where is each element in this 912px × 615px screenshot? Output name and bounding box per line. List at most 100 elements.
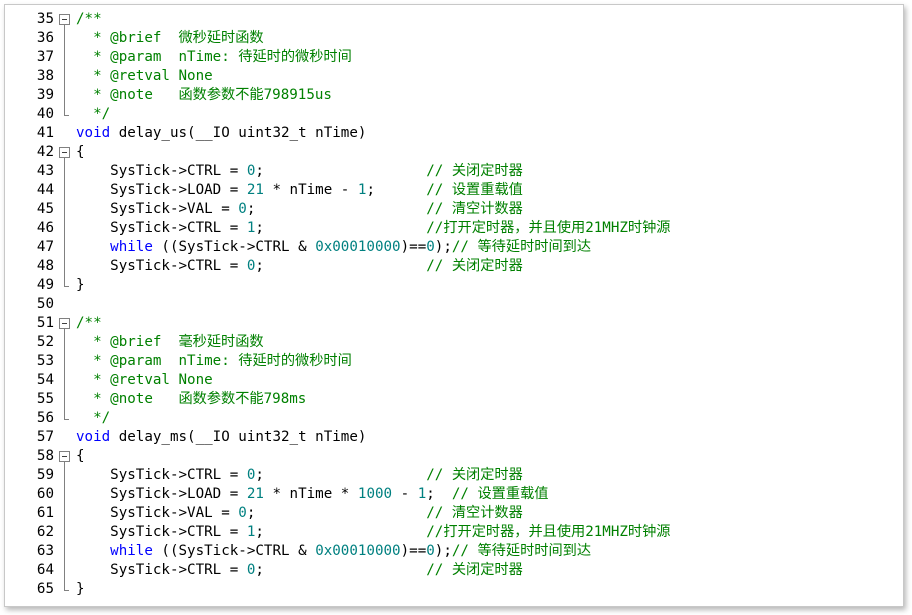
code-line[interactable]: 54 * @retval None (5, 371, 903, 390)
fold-collapse-icon[interactable] (58, 10, 72, 29)
code-line[interactable]: 65} (5, 580, 903, 599)
code-line[interactable]: 55 * @note 函数参数不能798ms (5, 390, 903, 409)
fold-gutter (58, 466, 72, 485)
code-line[interactable]: 62 SysTick->CTRL = 1; //打开定时器，并且使用21MHZ时… (5, 523, 903, 542)
fold-gutter (58, 181, 72, 200)
code-text: } (76, 580, 85, 599)
code-line[interactable]: 64 SysTick->CTRL = 0; // 关闭定时器 (5, 561, 903, 580)
code-text: * @retval None (76, 371, 213, 390)
comment-token: // 关闭定时器 (426, 258, 523, 274)
code-line[interactable]: 44 SysTick->LOAD = 21 * nTime - 1; // 设置… (5, 181, 903, 200)
line-number: 57 (36, 429, 54, 445)
code-line[interactable]: 37 * @param nTime: 待延时的微秒时间 (5, 48, 903, 67)
code-line[interactable]: 60 SysTick->LOAD = 21 * nTime * 1000 - 1… (5, 485, 903, 504)
number-token: 0 (426, 239, 435, 255)
code-line[interactable]: 41 void delay_us(__IO uint32_t nTime) (5, 124, 903, 143)
comment-token: //打开定时器，并且使用21MHZ时钟源 (426, 524, 671, 540)
code-line[interactable]: 47 while ((SysTick->CTRL & 0x00010000)==… (5, 238, 903, 257)
code-line[interactable]: 36 * @brief 微秒延时函数 (5, 29, 903, 48)
line-number: 42 (36, 144, 54, 160)
code-line[interactable]: 48 SysTick->CTRL = 0; // 关闭定时器 (5, 257, 903, 276)
line-number: 48 (36, 258, 54, 274)
code-line[interactable]: 39 * @note 函数参数不能798915us (5, 86, 903, 105)
code-line[interactable]: 51 /** (5, 314, 903, 333)
code-line[interactable]: 50 (5, 295, 903, 314)
fold-collapse-icon[interactable] (58, 447, 72, 466)
code-text: * @param nTime: 待延时的微秒时间 (76, 48, 352, 67)
code-text: void delay_ms(__IO uint32_t nTime) (76, 428, 366, 447)
code-line[interactable]: 43 SysTick->CTRL = 0; // 关闭定时器 (5, 162, 903, 181)
fold-gutter (58, 523, 72, 542)
code-token: SysTick->CTRL = (76, 524, 247, 540)
code-text: SysTick->CTRL = 0; // 关闭定时器 (76, 162, 523, 181)
code-line[interactable]: 38 * @retval None (5, 67, 903, 86)
code-line[interactable]: 59 SysTick->CTRL = 0; // 关闭定时器 (5, 466, 903, 485)
line-number: 56 (36, 410, 54, 426)
code-token: ; (366, 182, 427, 198)
code-text: void delay_us(__IO uint32_t nTime) (76, 124, 366, 143)
fold-gutter (58, 333, 72, 352)
code-line[interactable]: 61 SysTick->VAL = 0; // 清空计数器 (5, 504, 903, 523)
code-line[interactable]: 56 */ (5, 409, 903, 428)
code-text: SysTick->LOAD = 21 * nTime - 1; // 设置重载值 (76, 181, 523, 200)
code-line[interactable]: 57 void delay_ms(__IO uint32_t nTime) (5, 428, 903, 447)
fold-collapse-icon[interactable] (58, 143, 72, 162)
line-number: 60 (36, 486, 54, 502)
fold-gutter (58, 409, 72, 428)
code-token: delay_ms(__IO uint32_t nTime) (110, 429, 367, 445)
code-line[interactable]: 49} (5, 276, 903, 295)
code-token: ; (255, 258, 427, 274)
comment-token: // 清空计数器 (426, 505, 523, 521)
line-number: 40 (36, 106, 54, 122)
code-line[interactable]: 58 { (5, 447, 903, 466)
code-text: * @note 函数参数不能798ms (76, 390, 306, 409)
keyword-token: void (76, 429, 111, 445)
code-line[interactable]: 45 SysTick->VAL = 0; // 清空计数器 (5, 200, 903, 219)
fold-gutter (58, 352, 72, 371)
code-line[interactable]: 63 while ((SysTick->CTRL & 0x00010000)==… (5, 542, 903, 561)
code-token: } (76, 581, 85, 597)
code-line[interactable]: 52 * @brief 毫秒延时函数 (5, 333, 903, 352)
comment-token: * @param nTime: 待延时的微秒时间 (76, 49, 352, 65)
comment-token: * @note 函数参数不能798ms (76, 391, 307, 407)
number-token: 21 (246, 486, 264, 502)
line-number: 39 (36, 87, 54, 103)
code-line[interactable]: 46 SysTick->CTRL = 1; //打开定时器，并且使用21MHZ时… (5, 219, 903, 238)
fold-gutter (58, 485, 72, 504)
code-line[interactable]: 42 { (5, 143, 903, 162)
fold-gutter (58, 276, 72, 295)
code-line[interactable]: 35 /** (5, 10, 903, 29)
comment-token: // 关闭定时器 (426, 562, 523, 578)
code-text: while ((SysTick->CTRL & 0x00010000)==0);… (76, 238, 591, 257)
fold-gutter (58, 124, 72, 143)
fold-gutter (58, 371, 72, 390)
code-token: SysTick->LOAD = (76, 486, 247, 502)
line-number: 55 (36, 391, 54, 407)
line-number: 58 (36, 448, 54, 464)
code-text: } (76, 276, 85, 295)
line-number: 63 (36, 543, 54, 559)
fold-gutter (58, 86, 72, 105)
line-number: 35 (36, 11, 54, 27)
line-number: 49 (36, 277, 54, 293)
code-text: /** (76, 314, 102, 333)
code-line[interactable]: 40 */ (5, 105, 903, 124)
comment-token: */ (76, 410, 111, 426)
comment-token: // 等待延时时间到达 (451, 543, 592, 559)
code-editor[interactable]: 35/** 36 * @brief 微秒延时函数 37 * @param nTime… (5, 10, 903, 599)
code-token: { (76, 448, 85, 464)
fold-collapse-icon[interactable] (58, 314, 72, 333)
code-line[interactable]: 53 * @param nTime: 待延时的微秒时间 (5, 352, 903, 371)
fold-gutter (58, 238, 72, 257)
line-number: 61 (36, 505, 54, 521)
comment-token: /** (76, 315, 102, 331)
number-token: 1000 (357, 486, 393, 502)
code-token: SysTick->CTRL = (76, 258, 247, 274)
fold-gutter (58, 504, 72, 523)
comment-token: * @param nTime: 待延时的微秒时间 (76, 353, 352, 369)
code-token: ); (434, 543, 452, 559)
number-token: 1 (417, 486, 427, 502)
number-token: 0 (238, 201, 247, 217)
code-text: SysTick->CTRL = 1; //打开定时器，并且使用21MHZ时钟源 (76, 523, 670, 542)
comment-token: * @retval None (76, 372, 213, 388)
